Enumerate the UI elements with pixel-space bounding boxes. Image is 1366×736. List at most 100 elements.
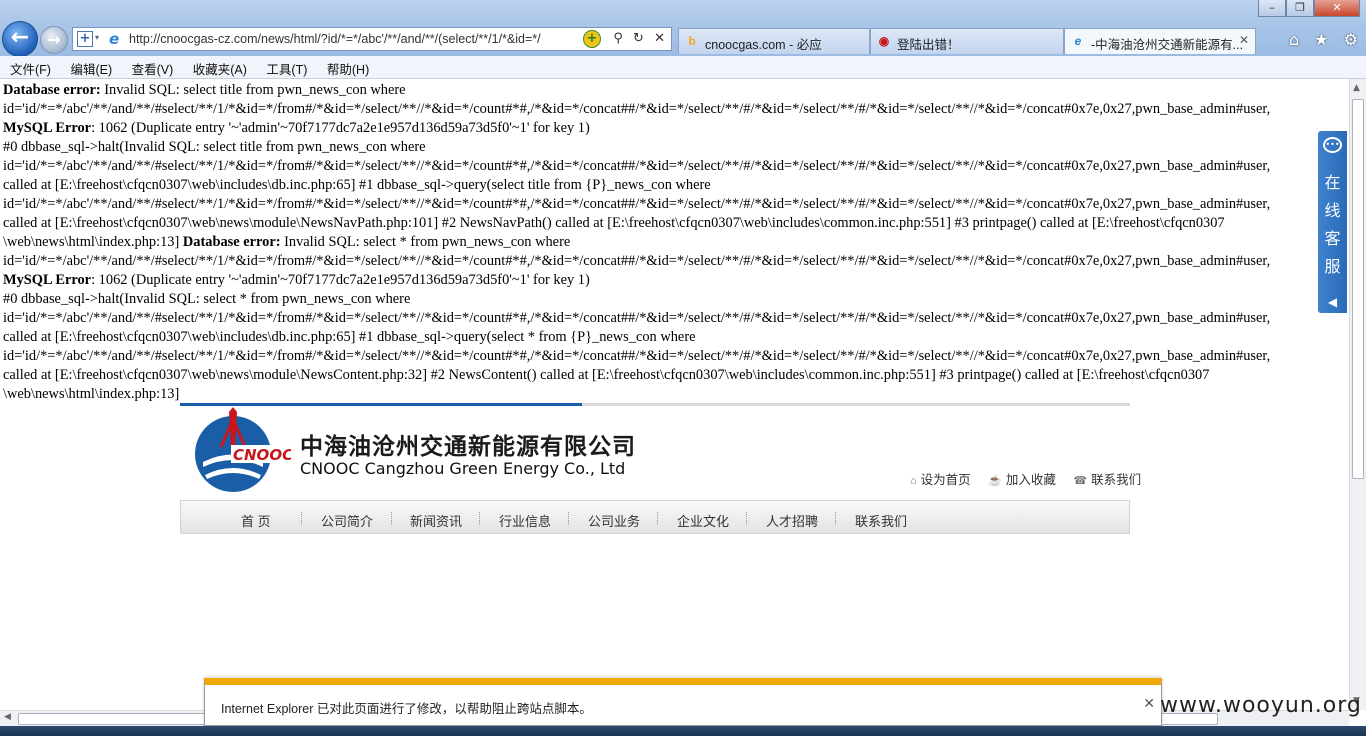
watermark: www.wooyun.org [1160,693,1362,718]
menu-edit[interactable]: 编辑(E) [60,56,112,78]
logo-text: CNOOC [233,446,291,464]
search-icon[interactable]: ⚲ [613,31,623,46]
ie-page-icon: e [109,30,120,48]
error-label: Database error: [3,82,101,98]
xss-filter-notification: Internet Explorer 已对此页面进行了修改，以帮助阻止跨站点脚本。… [204,678,1162,726]
menu-favorites[interactable]: 收藏夹(A) [183,56,247,78]
set-homepage-link[interactable]: 设为首页 [921,473,971,487]
menu-tools[interactable]: 工具(T) [256,56,307,78]
home-icon: ⌂ [910,475,917,487]
nav-separator [479,512,481,525]
minimize-button[interactable]: – [1258,0,1286,17]
error-text: called at [E:\freehost\cfqcn0307\web\new… [3,215,1225,231]
error-text: id='id/*=*/abc'/**/and/**/#select/**/1/*… [3,158,1271,174]
dropdown-icon[interactable]: ▾ [95,33,99,42]
scroll-thumb[interactable] [1352,99,1364,479]
error-label: MySQL Error [3,272,92,288]
close-tab-icon[interactable]: ✕ [1239,33,1249,47]
address-bar[interactable]: + ▾ e http://cnoocgas-cz.com/news/html/?… [72,27,672,51]
error-label: Database error: [182,234,281,250]
error-text: id='id/*=*/abc'/**/and/**/#select/**/1/*… [3,253,1271,269]
error-text: \web\news\html\index.php:13] [3,234,183,250]
nav-about[interactable]: 公司简介 [321,511,373,530]
error-text: Invalid SQL: select title from pwn_news_… [100,82,406,98]
window-controls: – ❐ ✕ [1258,0,1360,18]
error-text: id='id/*=*/abc'/**/and/**/#select/**/1/*… [3,348,1271,364]
menu-help[interactable]: 帮助(H) [317,56,369,78]
nav-business[interactable]: 公司业务 [588,511,640,530]
scroll-left-icon[interactable]: ◀ [4,712,11,722]
close-notification-icon[interactable]: ✕ [1143,696,1155,712]
tab-bing[interactable]: b cnoocgas.com - 必应 [678,28,870,54]
sql-error-output: Database error: Invalid SQL: select titl… [3,81,1346,404]
nav-home[interactable]: 首 页 [241,511,271,530]
nav-careers[interactable]: 人才招聘 [766,511,818,530]
header-top-rule [180,403,1130,406]
maximize-button[interactable]: ❐ [1286,0,1314,17]
error-text: id='id/*=*/abc'/**/and/**/#select/**/1/*… [3,196,1271,212]
error-text: called at [E:\freehost\cfqcn0307\web\inc… [3,329,696,345]
vertical-scrollbar[interactable]: ▲ ▼ [1349,79,1366,710]
notification-message: Internet Explorer 已对此页面进行了修改，以帮助阻止跨站点脚本。 [221,702,592,716]
back-button[interactable]: ← [2,21,38,57]
bing-icon: b [688,34,696,48]
contact-us-link[interactable]: 联系我们 [1091,473,1141,487]
error-text: #0 dbbase_sql->halt(Invalid SQL: select … [3,291,411,307]
stop-icon[interactable]: ✕ [654,31,665,46]
error-text: called at [E:\freehost\cfqcn0307\web\new… [3,367,1210,383]
collapse-arrow-icon[interactable]: ◀ [1318,295,1347,309]
nav-separator [301,512,303,525]
error-text: Invalid SQL: select * from pwn_news_con … [280,234,571,250]
online-service-tab[interactable]: ••• 在线客服 ◀ [1318,131,1347,313]
contact-icon: ☎ [1073,475,1088,487]
tab-login-error[interactable]: ◉ 登陆出错！ [870,28,1064,54]
settings-gear-icon[interactable]: ⚙ [1344,30,1358,49]
add-favorite-link[interactable]: 加入收藏 [1006,473,1056,487]
forward-button[interactable]: → [40,26,68,54]
ie-page-icon: e [1074,34,1082,48]
header-top-links: ⌂ 设为首页 ☕ 加入收藏 ☎ 联系我们 [910,469,1155,488]
error-text: called at [E:\freehost\cfqcn0307\web\inc… [3,177,711,193]
nav-separator [391,512,393,525]
error-text: \web\news\html\index.php:13] [3,386,180,402]
error-text: #0 dbbase_sql->halt(Invalid SQL: select … [3,139,426,155]
error-label: MySQL Error [3,120,92,136]
scroll-up-icon[interactable]: ▲ [1353,83,1363,93]
online-service-label: 在线客服 [1324,173,1341,276]
nav-news[interactable]: 新闻资讯 [410,511,462,530]
tab-label: cnoocgas.com - 必应 [705,38,822,52]
favorites-star-icon[interactable]: ★ [1314,30,1328,49]
header-top-rule-accent [180,403,582,406]
refresh-icon[interactable]: ↻ [633,31,644,46]
error-text: : 1062 (Duplicate entry '~'admin'~70f717… [91,120,590,136]
tab-label: 登陆出错！ [897,38,960,52]
cnooc-logo[interactable]: CNOOC [191,407,291,497]
nav-industry[interactable]: 行业信息 [499,511,551,530]
main-nav: 首 页 公司简介 新闻资讯 行业信息 公司业务 企业文化 人才招聘 联系我们 [180,500,1130,534]
error-text: : 1062 (Duplicate entry '~'admin'~70f717… [91,272,590,288]
windows-taskbar [0,726,1366,736]
nav-separator [568,512,570,525]
home-icon[interactable]: ⌂ [1289,30,1299,49]
menu-bar: 文件(F) 编辑(E) 查看(V) 收藏夹(A) 工具(T) 帮助(H) [0,56,1366,79]
url-text[interactable]: http://cnoocgas-cz.com/news/html/?id/*=*… [129,32,577,46]
error-text: id='id/*=*/abc'/**/and/**/#select/**/1/*… [3,310,1271,326]
company-name-en: CNOOC Cangzhou Green Energy Co., Ltd [300,459,626,478]
nav-contact[interactable]: 联系我们 [855,511,907,530]
browser-titlebar: ← → + ▾ e http://cnoocgas-cz.com/news/ht… [0,0,1366,57]
tab-current[interactable]: e -中海油沧州交通新能源有... ✕ [1064,28,1256,54]
error-text: id='id/*=*/abc'/**/and/**/#select/**/1/*… [3,101,1271,117]
nav-separator [746,512,748,525]
site-favicon-icon: ◉ [878,34,890,48]
nav-separator [835,512,837,525]
add-tab-icon[interactable]: + [77,31,93,47]
menu-file[interactable]: 文件(F) [0,56,51,78]
compatibility-icon[interactable]: + [583,30,601,48]
nav-culture[interactable]: 企业文化 [677,511,729,530]
favorite-icon: ☕ [988,475,1002,487]
tab-label: -中海油沧州交通新能源有... [1091,38,1244,52]
chat-bubble-icon: ••• [1323,137,1342,153]
menu-view[interactable]: 查看(V) [122,56,174,78]
page-viewport: Database error: Invalid SQL: select titl… [0,79,1349,710]
close-window-button[interactable]: ✕ [1314,0,1360,17]
